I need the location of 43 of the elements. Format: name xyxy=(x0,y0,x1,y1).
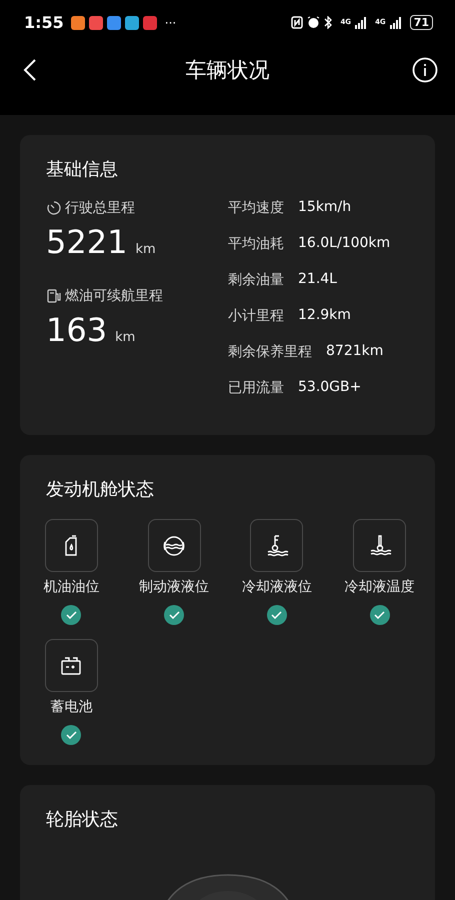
clock-time: 1:55 xyxy=(24,13,64,32)
detail-label: 已用流量 xyxy=(228,379,284,397)
detail-value: 16.0L/100km xyxy=(298,235,390,251)
stat-value: 5221 xyxy=(46,223,128,261)
detail-value: 21.4L xyxy=(298,271,337,287)
status-tile[interactable] xyxy=(44,639,98,692)
alarm-icon xyxy=(307,16,320,29)
stat-unit: km xyxy=(135,242,156,257)
stat-label: 行驶总里程 xyxy=(65,199,135,217)
detail-label: 小计里程 xyxy=(228,307,284,325)
item-label: 制动液液位 xyxy=(139,578,210,596)
status-tile[interactable] xyxy=(148,519,201,572)
section-title: 基础信息 xyxy=(46,158,119,181)
stat-value: 163 xyxy=(46,311,108,349)
detail-label: 平均速度 xyxy=(228,199,284,217)
status-tile[interactable] xyxy=(353,519,406,572)
detail-label: 剩余保养里程 xyxy=(228,343,312,361)
more-notifications: ··· xyxy=(164,16,176,30)
battery-level: 71 xyxy=(410,15,433,30)
item-label: 机油油位 xyxy=(43,578,100,596)
detail-value: 12.9km xyxy=(298,307,351,323)
bluetooth-icon xyxy=(324,16,332,29)
stat-unit: km xyxy=(115,330,136,345)
status-tile[interactable] xyxy=(44,519,98,572)
detail-value: 8721km xyxy=(326,343,384,359)
detail-value: 53.0GB+ xyxy=(298,379,362,395)
item-label: 蓄电池 xyxy=(50,698,92,716)
detail-label: 平均油耗 xyxy=(228,235,284,253)
gauge-icon xyxy=(46,200,62,216)
signal-icon xyxy=(355,16,368,28)
item-label: 冷却液温度 xyxy=(344,578,415,596)
nfc-icon xyxy=(291,16,304,29)
back-icon[interactable] xyxy=(23,58,37,82)
section-title: 轮胎状态 xyxy=(46,808,118,831)
signal-icon xyxy=(390,16,402,28)
status-tile[interactable] xyxy=(250,519,304,572)
section-title: 发动机舱状态 xyxy=(46,478,155,501)
page-title: 车辆状况 xyxy=(186,57,270,84)
item-label: 冷却液液位 xyxy=(242,578,312,596)
stat-label: 燃油可续航里程 xyxy=(65,287,163,305)
fuel-pump-icon xyxy=(46,288,62,304)
detail-label: 剩余油量 xyxy=(228,271,284,289)
detail-value: 15km/h xyxy=(298,199,352,215)
